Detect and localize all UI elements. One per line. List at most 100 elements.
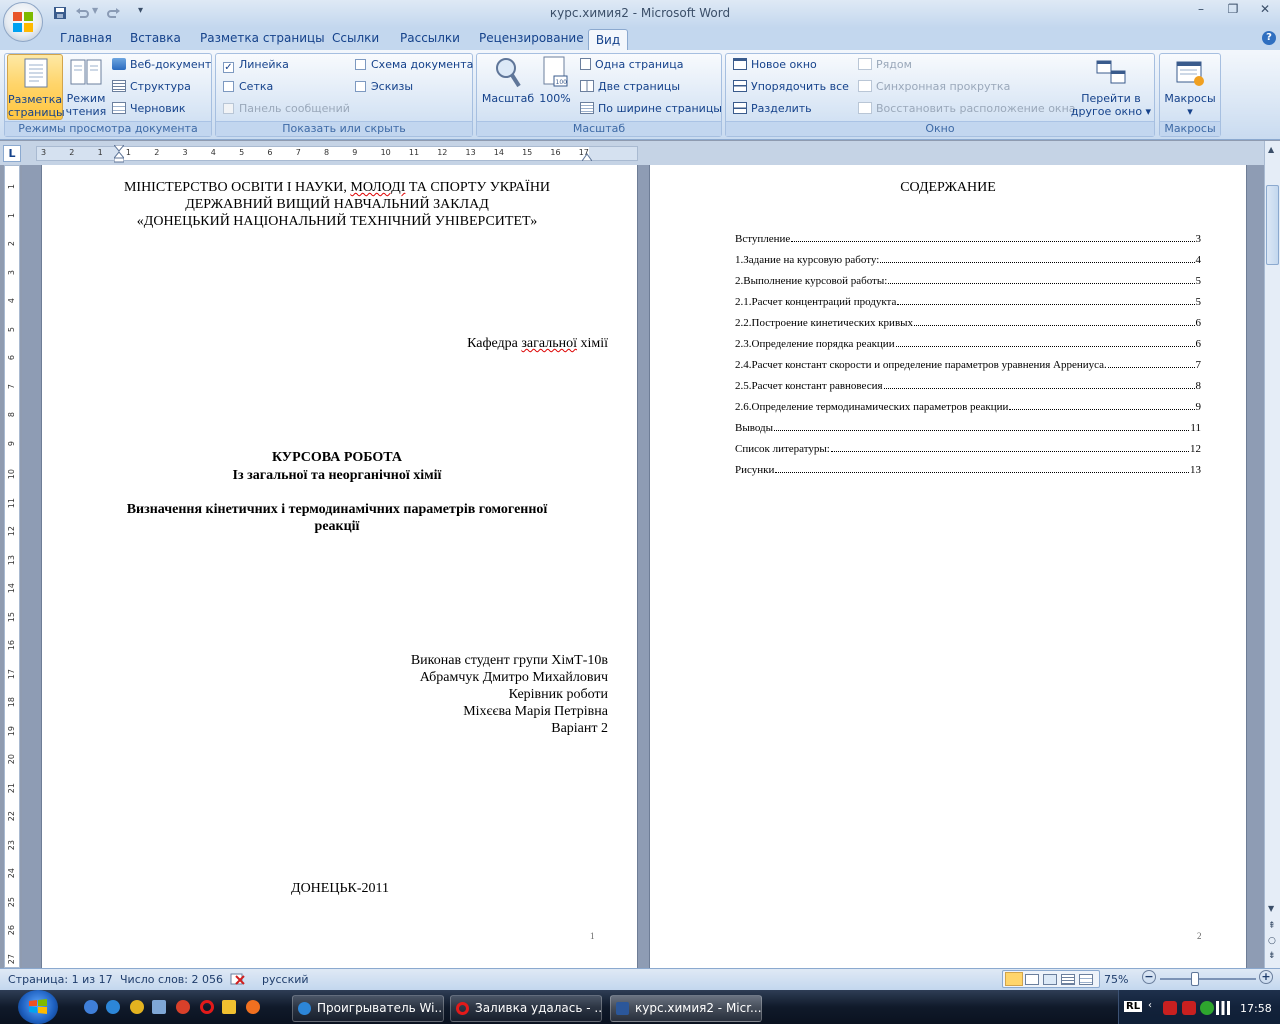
macros-button[interactable]: Макросы ▾ bbox=[1161, 54, 1219, 120]
taskbar-item-word[interactable]: курс.химия2 - Micr... bbox=[610, 995, 762, 1022]
tab-mailings[interactable]: Рассылки bbox=[398, 31, 462, 49]
zoom-slider-track[interactable] bbox=[1160, 978, 1256, 980]
scroll-thumb[interactable] bbox=[1266, 185, 1279, 265]
start-button[interactable] bbox=[18, 990, 58, 1024]
office-button[interactable] bbox=[3, 2, 43, 42]
previous-page-icon[interactable]: ⇞ bbox=[1268, 921, 1276, 931]
zoom-out-icon[interactable]: − bbox=[1142, 970, 1156, 984]
browse-object-icon[interactable]: ○ bbox=[1268, 936, 1276, 946]
outline-button[interactable]: Структура bbox=[112, 80, 191, 93]
language-indicator[interactable]: RL bbox=[1124, 1001, 1143, 1012]
tab-references[interactable]: Ссылки bbox=[330, 31, 381, 49]
help-icon[interactable]: ? bbox=[1262, 31, 1276, 45]
reading-view-icon[interactable] bbox=[1025, 974, 1039, 985]
toc-entry[interactable]: 1.Задание на курсовую работу: 4 bbox=[735, 252, 1201, 266]
proofing-icon[interactable] bbox=[230, 972, 246, 986]
vertical-ruler-tick-label: 3 bbox=[7, 269, 16, 275]
web-view-icon[interactable] bbox=[1043, 974, 1057, 985]
toc-entry[interactable]: Рисунки 13 bbox=[735, 462, 1201, 476]
thumbnails-checkbox[interactable]: Эскизы bbox=[355, 80, 413, 93]
toc-entry[interactable]: 2.2.Построение кинетических кривых 6 bbox=[735, 315, 1201, 329]
zoom-in-icon[interactable]: + bbox=[1259, 970, 1273, 984]
document-area[interactable]: МІНІСТЕРСТВО ОСВІТИ І НАУКИ, МОЛОДІ ТА С… bbox=[22, 165, 1264, 968]
one-page-button[interactable]: Одна страница bbox=[580, 58, 683, 71]
toc-entry[interactable]: 2.6.Определение термодинамических параме… bbox=[735, 399, 1201, 413]
page-width-button[interactable]: По ширине страницы bbox=[580, 102, 722, 115]
zoom-button[interactable]: Масштаб bbox=[480, 54, 536, 120]
quicklaunch-desktop-icon[interactable] bbox=[152, 1000, 166, 1014]
tray-app-icon[interactable] bbox=[1163, 1001, 1177, 1015]
tab-selector[interactable]: L bbox=[3, 145, 21, 162]
draft-button[interactable]: Черновик bbox=[112, 102, 186, 115]
web-layout-button[interactable]: Веб-документ bbox=[112, 58, 211, 71]
switch-windows-button[interactable]: Перейти в другое окно ▾ bbox=[1070, 54, 1152, 120]
page-counter[interactable]: Страница: 1 из 17 bbox=[8, 973, 113, 986]
vertical-scrollbar[interactable]: ▲ ▼ ⇞ ○ ⇟ bbox=[1264, 141, 1280, 968]
tray-utorrent-icon[interactable] bbox=[1200, 1001, 1214, 1015]
right-indent-marker-icon[interactable] bbox=[582, 151, 592, 161]
clock[interactable]: 17:58 bbox=[1240, 1002, 1272, 1015]
ruler-tick-label: 6 bbox=[267, 148, 273, 157]
toc-entry[interactable]: 2.5.Расчет констант равновесия 8 bbox=[735, 378, 1201, 392]
horizontal-ruler[interactable]: 3 2 1 1 2 3 4 5 6 7 8 9 10 11 12 13 14 15 16 17 bbox=[36, 146, 638, 161]
tray-expand-icon[interactable]: ‹ bbox=[1148, 1000, 1152, 1011]
ruler-tick-label: 16 bbox=[550, 148, 561, 157]
taskbar-item-opera[interactable]: Заливка удалась - ... bbox=[450, 995, 602, 1022]
language[interactable]: русский bbox=[262, 973, 309, 986]
quicklaunch-media-icon[interactable] bbox=[106, 1000, 120, 1014]
tray-app-icon[interactable] bbox=[1182, 1001, 1196, 1015]
toc-entry-page: 5 bbox=[1195, 296, 1202, 308]
indent-marker-icon[interactable] bbox=[114, 145, 124, 163]
zoom-slider-thumb[interactable] bbox=[1190, 972, 1199, 986]
quicklaunch-firefox-icon[interactable] bbox=[246, 1000, 260, 1014]
toc-entry[interactable]: 2.1.Расчет концентраций продукта 5 bbox=[735, 294, 1201, 308]
print-layout-view-icon[interactable] bbox=[1005, 972, 1023, 986]
full-screen-reading-button[interactable]: Режим чтения bbox=[65, 54, 107, 120]
taskbar-item-media-player[interactable]: Проигрыватель Wi... bbox=[292, 995, 444, 1022]
network-icon[interactable] bbox=[1216, 1001, 1230, 1015]
ruler-tick-label: 3 bbox=[182, 148, 188, 157]
tab-review[interactable]: Рецензирование bbox=[477, 31, 586, 49]
quicklaunch-search-icon[interactable] bbox=[130, 1000, 144, 1014]
toc-entry[interactable]: Список литературы: 12 bbox=[735, 441, 1201, 455]
draft-view-icon[interactable] bbox=[1079, 974, 1093, 985]
message-bar-label: Панель сообщений bbox=[239, 102, 350, 115]
page-1[interactable]: МІНІСТЕРСТВО ОСВІТИ І НАУКИ, МОЛОДІ ТА С… bbox=[41, 165, 638, 968]
toc-entry[interactable]: Выводы 11 bbox=[735, 420, 1201, 434]
zoom-percent[interactable]: 75% bbox=[1104, 973, 1128, 986]
page-layout-view-button[interactable]: Разметка страницы bbox=[7, 54, 65, 120]
tab-page-layout[interactable]: Разметка страницы bbox=[198, 31, 327, 49]
toc-entry[interactable]: 2.4.Расчет констант скорости и определен… bbox=[735, 357, 1201, 371]
arrange-all-button[interactable]: Упорядочить все bbox=[733, 80, 849, 93]
restore-button[interactable]: ❐ bbox=[1220, 2, 1246, 20]
gridlines-checkbox[interactable]: Сетка bbox=[223, 80, 273, 93]
toc-entry-page: 12 bbox=[1190, 443, 1201, 455]
vertical-ruler[interactable]: 1 1 2 3 4 5 6 7 8 9 10 11 12 13 14 15 16 17 18 19 20 21 22 23 24… bbox=[4, 165, 20, 968]
toc-entry[interactable]: 2.3.Определение порядка реакции 6 bbox=[735, 336, 1201, 350]
outline-view-icon[interactable] bbox=[1061, 974, 1075, 985]
next-page-icon[interactable]: ⇟ bbox=[1268, 951, 1276, 961]
scroll-down-icon[interactable]: ▼ bbox=[1268, 904, 1274, 913]
word-count[interactable]: Число слов: 2 056 bbox=[120, 973, 223, 986]
quicklaunch-ccleaner-icon[interactable] bbox=[176, 1000, 190, 1014]
quicklaunch-opera-icon[interactable] bbox=[200, 1000, 214, 1014]
minimize-button[interactable]: – bbox=[1188, 2, 1214, 20]
ruler-checkbox[interactable]: ✓ Линейка bbox=[223, 58, 289, 73]
quicklaunch-tool-icon[interactable] bbox=[222, 1000, 236, 1014]
tab-view[interactable]: Вид bbox=[588, 29, 628, 51]
two-pages-button[interactable]: Две страницы bbox=[580, 80, 680, 93]
toc-entry[interactable]: Вступление 3 bbox=[735, 231, 1201, 245]
tab-home[interactable]: Главная bbox=[58, 31, 114, 49]
quicklaunch-ie-icon[interactable] bbox=[84, 1000, 98, 1014]
split-button[interactable]: Разделить bbox=[733, 102, 812, 115]
scroll-up-icon[interactable]: ▲ bbox=[1268, 145, 1278, 159]
document-map-checkbox[interactable]: Схема документа bbox=[355, 58, 473, 71]
new-window-button[interactable]: Новое окно bbox=[733, 58, 817, 71]
group-label: Режимы просмотра документа bbox=[5, 121, 211, 136]
tab-insert[interactable]: Вставка bbox=[128, 31, 183, 49]
page-2[interactable]: СОДЕРЖАНИЕ Вступление 3 1.Задание на курсо… bbox=[649, 165, 1247, 968]
toc-entry[interactable]: 2.Выполнение курсовой работы: 5 bbox=[735, 273, 1201, 287]
page-number: 2 bbox=[1197, 931, 1202, 941]
close-button[interactable]: ✕ bbox=[1252, 2, 1278, 20]
zoom-100-button[interactable]: 100 100% bbox=[538, 54, 572, 120]
